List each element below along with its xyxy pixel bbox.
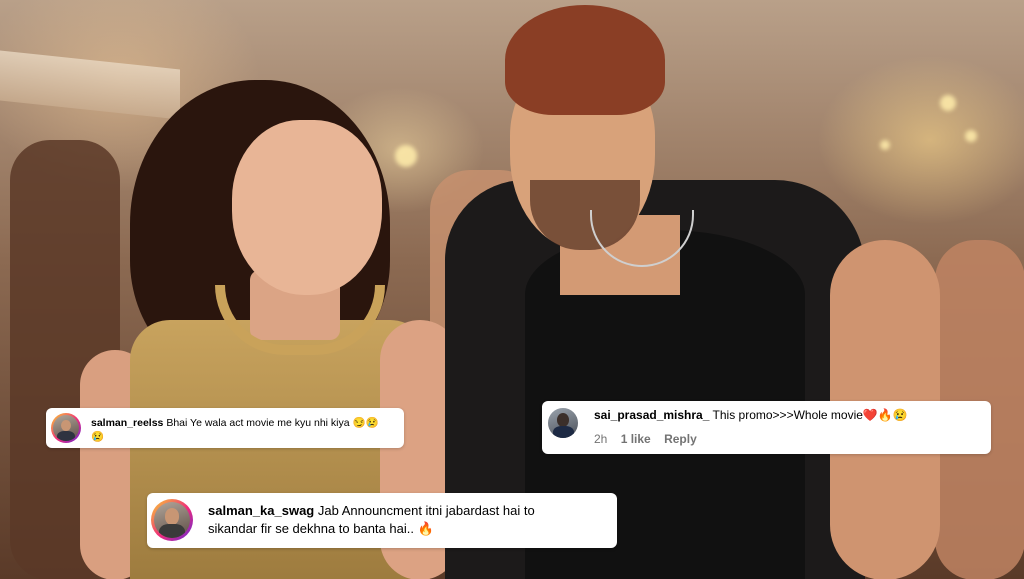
bokeh-light	[965, 130, 977, 142]
comment-text: Jab Announcment itni jabardast hai to	[317, 503, 535, 518]
comment-username[interactable]: salman_ka_swag	[208, 503, 314, 518]
comment-text: 😢	[91, 431, 105, 443]
bokeh-light	[395, 145, 417, 167]
comment-body: salman_ka_swag Jab Announcment itni jaba…	[208, 502, 535, 538]
comment-text: This promo>>>Whole movie❤️🔥😢	[712, 408, 908, 422]
market-awning	[0, 50, 180, 120]
comment-card: salman_ka_swag Jab Announcment itni jaba…	[147, 493, 617, 548]
comment-text: Bhai Ye wala act movie me kyu nhi kiya 😏…	[166, 417, 379, 429]
comment-time: 2h	[594, 432, 608, 446]
avatar[interactable]	[51, 413, 81, 443]
bokeh-light	[940, 95, 956, 111]
comment-body: sai_prasad_mishra_ This promo>>>Whole mo…	[594, 407, 908, 423]
comment-username[interactable]: sai_prasad_mishra_	[594, 408, 709, 422]
comment-likes[interactable]: 1 like	[621, 432, 651, 446]
avatar-photo	[548, 408, 578, 438]
comment-body: salman_reelss Bhai Ye wala act movie me …	[91, 416, 379, 444]
avatar[interactable]	[151, 499, 193, 541]
comment-username[interactable]: salman_reelss	[91, 417, 163, 429]
comment-meta: 2h 1 like Reply	[594, 432, 707, 446]
comment-card: sai_prasad_mishra_ This promo>>>Whole mo…	[542, 401, 991, 454]
avatar[interactable]	[548, 408, 578, 438]
avatar-photo	[154, 502, 190, 538]
bokeh-light	[880, 140, 890, 150]
woman-face	[232, 120, 382, 295]
avatar-photo	[53, 415, 79, 441]
comment-card: salman_reelss Bhai Ye wala act movie me …	[46, 408, 404, 448]
reply-button[interactable]: Reply	[664, 432, 697, 446]
comment-text: sikandar fir se dekhna to banta hai.. 🔥	[208, 521, 434, 536]
man-hair	[505, 5, 665, 115]
